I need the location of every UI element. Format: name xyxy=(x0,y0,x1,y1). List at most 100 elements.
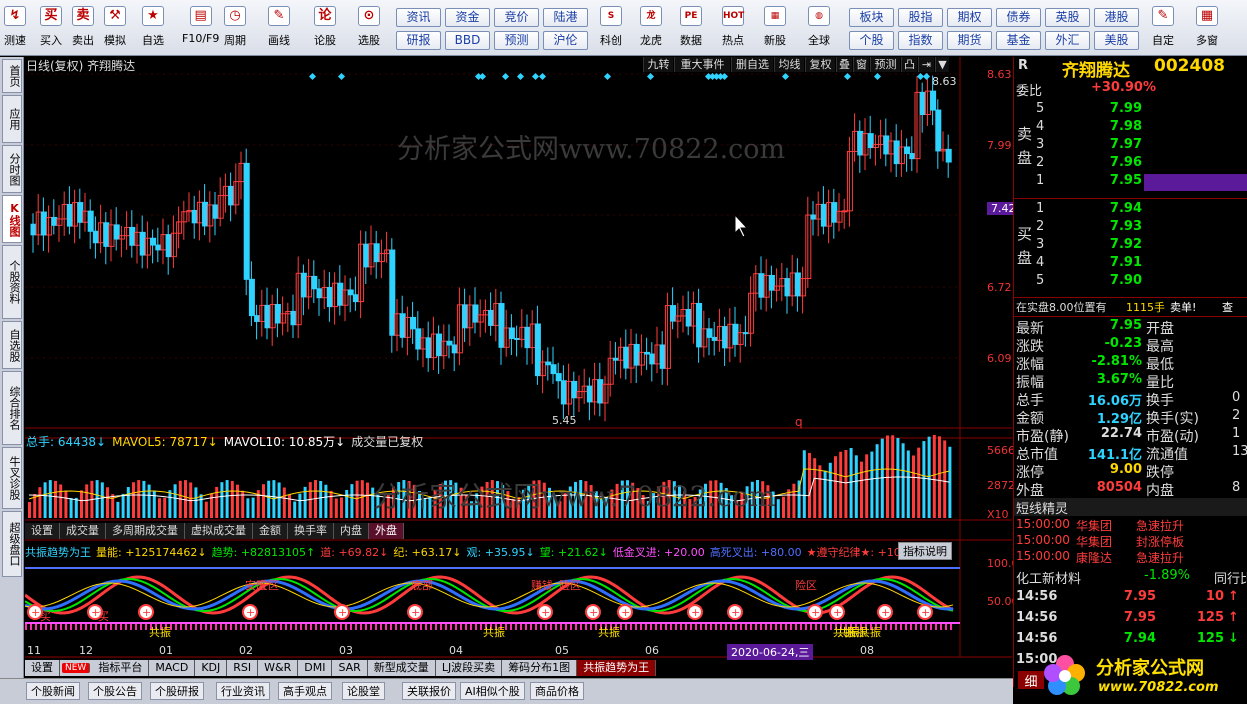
chart-top-button-4[interactable]: 复权 xyxy=(805,57,835,72)
toolbar-button-3[interactable]: ⚒ 模拟 xyxy=(104,6,126,52)
candle-body[interactable] xyxy=(248,278,255,317)
candle-body[interactable] xyxy=(711,336,718,341)
candle-body[interactable] xyxy=(352,294,359,303)
candle-body[interactable] xyxy=(436,333,443,357)
left-tab-1[interactable]: 应用 xyxy=(2,95,22,143)
candle-body[interactable] xyxy=(87,210,94,232)
indicator-tab-11[interactable]: 筹码分布1图 xyxy=(502,660,578,676)
indicator-tab-1[interactable]: NEW xyxy=(62,663,91,673)
buy-price[interactable]: 7.92 xyxy=(1094,237,1142,255)
quick-button-0-2[interactable]: 竞价 xyxy=(494,8,539,27)
candle-body[interactable] xyxy=(373,243,380,263)
candle-body[interactable] xyxy=(644,351,651,355)
indicator-tab-2[interactable]: 指标平台 xyxy=(92,660,150,676)
candle-body[interactable] xyxy=(425,337,432,359)
toolbar-mid-button-0[interactable]: S 科创 xyxy=(600,6,622,52)
candle-body[interactable] xyxy=(649,353,656,365)
event-marker[interactable] xyxy=(873,72,882,81)
candle-body[interactable] xyxy=(867,133,874,149)
left-tab-2[interactable]: 分时图 xyxy=(2,145,22,193)
candle-body[interactable] xyxy=(784,278,791,297)
candle-body[interactable] xyxy=(347,289,354,296)
candle-body[interactable] xyxy=(550,364,557,375)
buy-price[interactable]: 7.91 xyxy=(1094,255,1142,273)
market-button-1-3[interactable]: 基金 xyxy=(996,31,1041,50)
candle-body[interactable] xyxy=(498,303,505,348)
candle-body[interactable] xyxy=(742,332,749,335)
candle-body[interactable] xyxy=(524,326,531,349)
volume-tab-0[interactable]: 设置 xyxy=(25,523,60,539)
quick-button-1-0[interactable]: 研报 xyxy=(396,31,441,50)
candle-body[interactable] xyxy=(571,380,578,399)
indicator-tab-10[interactable]: LJ波段买卖 xyxy=(436,660,503,676)
candle-body[interactable] xyxy=(155,244,162,251)
buy-price[interactable]: 7.90 xyxy=(1094,273,1142,291)
candle-body[interactable] xyxy=(560,380,567,405)
toolbar-button-2[interactable]: 卖卖出 xyxy=(72,6,94,52)
sell-price[interactable]: 7.98 xyxy=(1094,119,1142,137)
candle-body[interactable] xyxy=(623,346,630,369)
candle-body[interactable] xyxy=(451,344,458,354)
candle-body[interactable] xyxy=(150,237,157,246)
candle-body[interactable] xyxy=(300,272,307,298)
left-tab-4[interactable]: 个股资料 xyxy=(2,245,22,319)
toolbar-button-1[interactable]: 买买入 xyxy=(40,6,62,52)
candle-body[interactable] xyxy=(139,231,146,256)
candle-body[interactable] xyxy=(794,272,801,297)
trade-alert-link[interactable]: 查 xyxy=(1222,299,1233,317)
market-button-1-2[interactable]: 期货 xyxy=(947,31,992,50)
news-tab-8[interactable]: 商品价格 xyxy=(530,682,584,700)
candle-body[interactable] xyxy=(883,135,890,155)
indicator-tab-0[interactable]: 设置 xyxy=(25,660,60,676)
candle-body[interactable] xyxy=(212,204,219,219)
market-button-1-0[interactable]: 个股 xyxy=(849,31,894,50)
chart-top-button-10[interactable]: ▼ xyxy=(935,57,949,72)
candle-body[interactable] xyxy=(935,109,942,152)
volume-tab-6[interactable]: 内盘 xyxy=(334,523,369,539)
candle-body[interactable] xyxy=(399,313,406,338)
market-button-1-5[interactable]: 美股 xyxy=(1094,31,1139,50)
candle-body[interactable] xyxy=(202,201,209,227)
event-marker[interactable] xyxy=(478,72,487,81)
candle-body[interactable] xyxy=(945,148,952,163)
sell-price[interactable]: 7.99 xyxy=(1094,101,1142,119)
candle-body[interactable] xyxy=(124,226,131,237)
event-marker[interactable] xyxy=(843,72,852,81)
candle-body[interactable] xyxy=(841,210,848,213)
event-marker[interactable] xyxy=(603,72,612,81)
toolbar-button-5[interactable]: ▤ F10/F9 xyxy=(182,6,219,52)
quick-button-0-3[interactable]: 陆港 xyxy=(543,8,588,27)
event-marker[interactable] xyxy=(922,72,931,81)
volume-tab-1[interactable]: 成交量 xyxy=(60,523,106,539)
market-button-0-5[interactable]: 港股 xyxy=(1094,8,1139,27)
market-button-0-2[interactable]: 期权 xyxy=(947,8,992,27)
candle-body[interactable] xyxy=(555,373,562,382)
candle-body[interactable] xyxy=(228,185,235,206)
left-tab-8[interactable]: 超级盘口 xyxy=(2,511,22,577)
indicator-tab-4[interactable]: KDJ xyxy=(195,660,228,676)
candle-body[interactable] xyxy=(768,274,775,291)
market-button-0-3[interactable]: 债券 xyxy=(996,8,1041,27)
candle-body[interactable] xyxy=(930,90,937,111)
candle-body[interactable] xyxy=(722,326,729,349)
candle-body[interactable] xyxy=(410,316,417,330)
candle-body[interactable] xyxy=(758,273,765,298)
chart-top-button-9[interactable]: ⇥ xyxy=(918,57,934,72)
volume-tab-5[interactable]: 换手率 xyxy=(288,523,334,539)
left-tab-5[interactable]: 自选股 xyxy=(2,321,22,369)
event-marker[interactable] xyxy=(531,72,540,81)
candle-body[interactable] xyxy=(191,209,198,224)
volume-tab-3[interactable]: 虚拟成交量 xyxy=(185,523,253,539)
candle-body[interactable] xyxy=(77,202,84,223)
candle-body[interactable] xyxy=(269,304,276,329)
quick-button-1-3[interactable]: 沪伦 xyxy=(543,31,588,50)
quick-button-0-1[interactable]: 资金 xyxy=(445,8,490,27)
candle-body[interactable] xyxy=(670,305,677,322)
chart-top-button-7[interactable]: 预测 xyxy=(870,57,900,72)
candle-body[interactable] xyxy=(534,323,541,377)
indicator-help-button[interactable]: 指标说明 xyxy=(898,542,952,560)
candle-body[interactable] xyxy=(290,310,297,326)
news-tab-5[interactable]: 论股堂 xyxy=(342,682,385,700)
market-button-1-4[interactable]: 外汇 xyxy=(1045,31,1090,50)
candle-body[interactable] xyxy=(337,282,344,306)
